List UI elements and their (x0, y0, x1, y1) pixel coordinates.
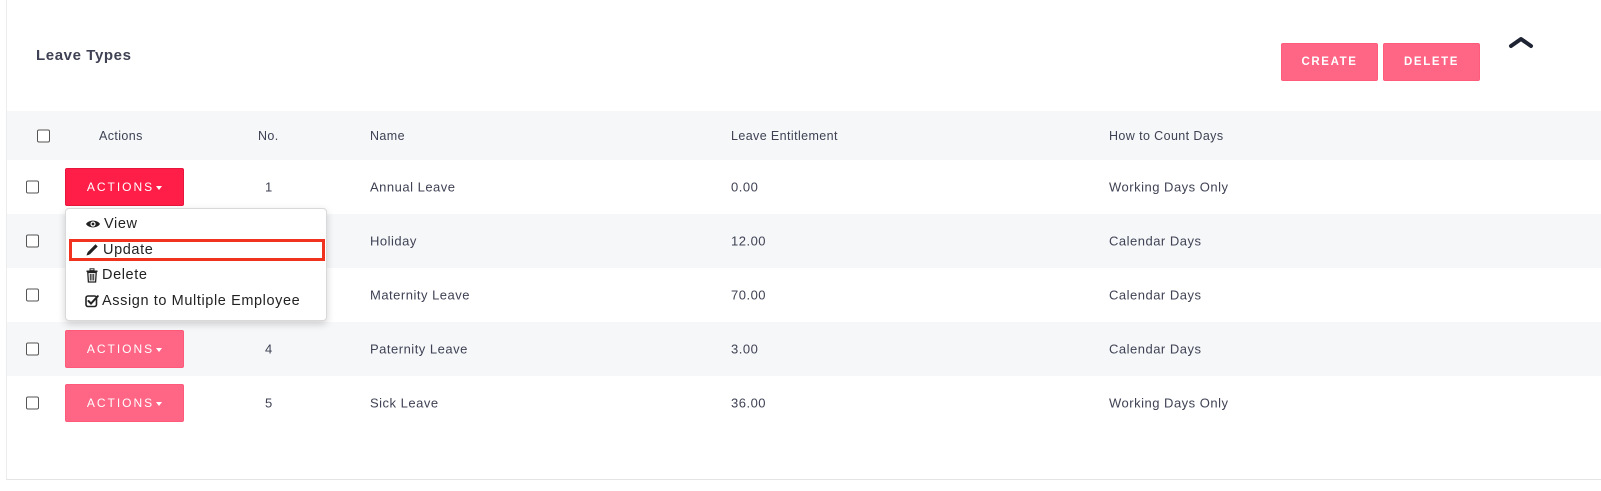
actions-button-label: ACTIONS (86, 396, 155, 410)
menu-item-delete[interactable]: Delete (85, 267, 148, 283)
menu-item-label: Delete (102, 267, 148, 283)
page-title: Leave Types (36, 47, 132, 64)
column-actions: Actions (99, 128, 143, 143)
actions-button[interactable]: ACTIONS (65, 330, 184, 368)
menu-item-label: Assign to Multiple Employee (102, 293, 301, 309)
row-count-days: Calendar Days (1109, 341, 1202, 357)
row-number: 4 (265, 341, 273, 357)
caret-down-icon (156, 347, 163, 352)
actions-button-label: ACTIONS (86, 180, 155, 194)
row-number: 1 (265, 179, 273, 195)
menu-item-view[interactable]: View (85, 216, 138, 232)
row-entitlement: 12.00 (731, 233, 767, 249)
actions-dropdown-menu: View Update Delete Assign to Multiple Em… (65, 208, 327, 321)
column-how-to-count-days: How to Count Days (1109, 128, 1224, 143)
table-row: ACTIONS 1 Annual Leave 0.00 Working Days… (7, 160, 1601, 214)
row-name: Paternity Leave (370, 341, 468, 357)
actions-button[interactable]: ACTIONS (65, 168, 184, 206)
row-entitlement: 70.00 (731, 287, 767, 303)
table-row: ACTIONS 5 Sick Leave 36.00 Working Days … (7, 376, 1601, 430)
pencil-icon (86, 244, 98, 256)
trash-icon (86, 267, 98, 283)
menu-item-label: View (104, 216, 138, 232)
row-number: 5 (265, 395, 273, 411)
row-checkbox[interactable] (26, 396, 39, 410)
row-entitlement: 0.00 (731, 179, 759, 195)
row-checkbox[interactable] (26, 180, 39, 194)
row-checkbox[interactable] (26, 342, 39, 356)
row-count-days: Working Days Only (1109, 179, 1229, 195)
row-count-days: Calendar Days (1109, 233, 1202, 249)
actions-button-label: ACTIONS (86, 342, 155, 356)
caret-down-icon (156, 185, 163, 190)
eye-icon (86, 220, 100, 228)
table-row: ACTIONS 4 Paternity Leave 3.00 Calendar … (7, 322, 1601, 376)
actions-button[interactable]: ACTIONS (65, 384, 184, 422)
row-checkbox[interactable] (26, 234, 39, 248)
row-name: Annual Leave (370, 179, 456, 195)
delete-button[interactable]: DELETE (1383, 43, 1480, 81)
row-name: Holiday (370, 233, 417, 249)
table-header: Actions No. Name Leave Entitlement How t… (7, 111, 1601, 160)
row-name: Sick Leave (370, 395, 439, 411)
caret-down-icon (156, 401, 163, 406)
row-entitlement: 36.00 (731, 395, 767, 411)
menu-item-assign-multiple[interactable]: Assign to Multiple Employee (85, 293, 300, 309)
menu-item-label: Update (103, 242, 154, 258)
select-all-checkbox[interactable] (37, 129, 50, 142)
column-no: No. (258, 128, 279, 143)
check-square-icon (85, 295, 99, 308)
row-name: Maternity Leave (370, 287, 470, 303)
row-checkbox[interactable] (26, 288, 39, 302)
chevron-up-icon[interactable] (1507, 34, 1535, 52)
column-leave-entitlement: Leave Entitlement (731, 128, 838, 143)
row-count-days: Calendar Days (1109, 287, 1202, 303)
row-entitlement: 3.00 (731, 341, 759, 357)
column-name: Name (370, 128, 405, 143)
create-button[interactable]: CREATE (1281, 43, 1378, 81)
row-count-days: Working Days Only (1109, 395, 1229, 411)
menu-item-update[interactable]: Update (85, 242, 153, 258)
